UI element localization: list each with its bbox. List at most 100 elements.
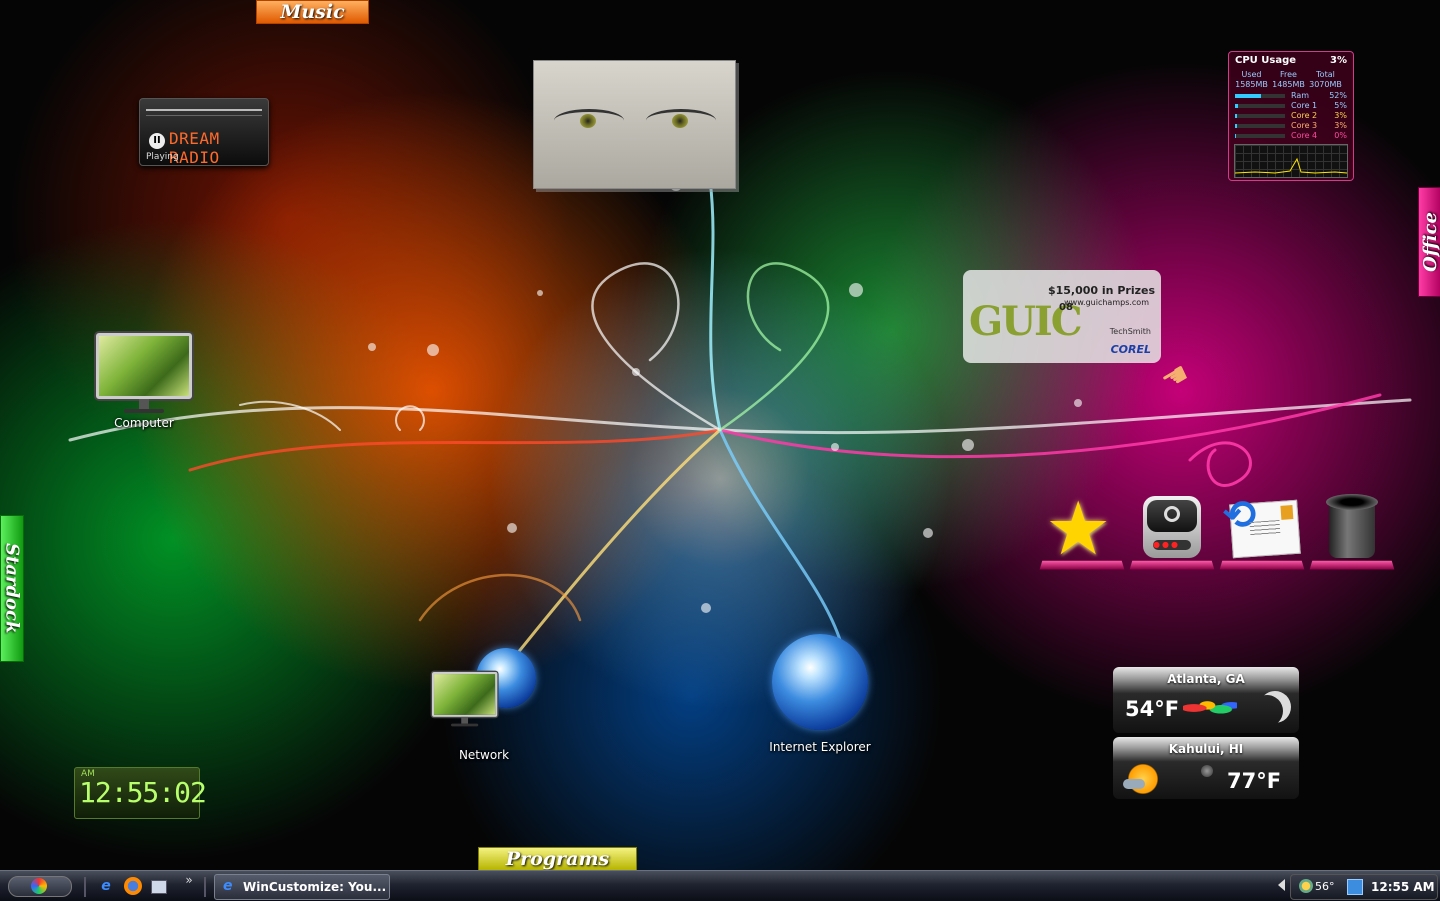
core4-label: Core 4 <box>1291 131 1317 140</box>
firefox-quicklaunch-icon[interactable] <box>124 877 142 895</box>
core1-label: Core 1 <box>1291 101 1317 110</box>
sponsor-techsmith: TechSmith <box>1110 327 1151 336</box>
clock-time: 12:55:02 <box>79 776 206 809</box>
music-dock-tab[interactable]: Music <box>256 0 369 24</box>
core1-value: 5% <box>1334 101 1347 110</box>
memory-header-used: Used <box>1233 70 1270 79</box>
weather-widget-atlanta[interactable]: Atlanta, GA 54°F <box>1113 667 1299 733</box>
taskbar-window-button[interactable]: e WinCustomize: You... <box>214 874 390 900</box>
office-dock-tab[interactable]: Office <box>1418 187 1440 297</box>
sponsor-corel: COREL <box>1111 343 1151 356</box>
core2-label: Core 2 <box>1291 111 1317 120</box>
guic-contest-widget[interactable]: GUIC 08 $15,000 in Prizes www.guichamps.… <box>963 270 1161 363</box>
drive-dock-item[interactable]: ●●● <box>1131 490 1213 570</box>
cloud-icon <box>1123 779 1145 789</box>
ie-quicklaunch-icon[interactable]: e <box>97 877 115 895</box>
right-eye-image <box>646 109 716 132</box>
core4-meter <box>1235 134 1285 138</box>
computer-monitor-icon <box>96 333 192 413</box>
weather-indicator-dot <box>1201 765 1213 777</box>
cpu-total-percent: 3% <box>1330 55 1347 66</box>
world-map-icon <box>1183 695 1237 721</box>
network-label: Network <box>424 748 544 762</box>
cpu-history-graph <box>1234 144 1348 178</box>
programs-dock-tab[interactable]: Programs <box>478 847 637 871</box>
core2-meter <box>1235 114 1285 118</box>
ie-globe-icon <box>772 634 868 730</box>
ram-value: 52% <box>1329 91 1347 100</box>
prize-text: $15,000 in Prizes <box>1048 284 1155 297</box>
weather-tray-icon[interactable] <box>1299 879 1313 893</box>
cpu-row-core4: Core 4 0% <box>1235 131 1347 140</box>
taskbar-window-label: WinCustomize: You... <box>243 880 386 894</box>
eyes-photo-widget[interactable] <box>533 60 736 189</box>
start-button[interactable] <box>8 876 72 897</box>
system-tray: 56° 12:55 AM <box>1290 874 1438 900</box>
mail-dock-item[interactable]: ⟲ <box>1221 490 1303 570</box>
memory-total-value: 3070MB <box>1307 80 1344 89</box>
show-desktop-icon[interactable] <box>151 880 167 894</box>
dock-platform <box>1040 561 1125 570</box>
ram-meter <box>1235 94 1285 98</box>
core4-value: 0% <box>1334 131 1347 140</box>
cpu-row-ram: Ram 52% <box>1235 91 1347 100</box>
quicklaunch-overflow-chevron[interactable]: » <box>180 871 198 889</box>
memory-header-free: Free <box>1270 70 1307 79</box>
ram-label: Ram <box>1291 91 1309 100</box>
tray-clock[interactable]: 12:55 AM <box>1371 880 1435 894</box>
network-graphic <box>424 648 544 732</box>
internet-explorer-icon[interactable]: Internet Explorer <box>760 634 880 754</box>
mail-envelope-icon: ⟲ <box>1229 500 1301 559</box>
moon-icon <box>1259 691 1291 723</box>
tray-expand-arrow-icon[interactable] <box>1278 879 1285 891</box>
memory-used-value: 1585MB <box>1233 80 1270 89</box>
cpu-row-core2: Core 2 3% <box>1235 111 1347 120</box>
radio-title: DREAM RADIO <box>169 129 268 167</box>
cpu-row-core3: Core 3 3% <box>1235 121 1347 130</box>
network-tray-icon[interactable] <box>1347 879 1363 895</box>
programs-dock-label: Programs <box>506 848 609 870</box>
pause-icon[interactable]: II <box>149 133 165 149</box>
computer-label: Computer <box>94 416 194 430</box>
radio-bar <box>146 109 262 111</box>
ie-window-icon: e <box>223 878 233 894</box>
weather-widget-kahului[interactable]: Kahului, HI 77°F <box>1113 737 1299 799</box>
recycle-bin-dock-item[interactable] <box>1311 490 1393 570</box>
dock-platform <box>1220 561 1305 570</box>
memory-header-total: Total <box>1307 70 1344 79</box>
network-icon[interactable]: Network <box>424 648 544 762</box>
radio-bar-secondary <box>146 115 262 116</box>
music-dock-label: Music <box>280 1 344 23</box>
dock-platform <box>1130 561 1215 570</box>
taskbar-separator <box>204 877 206 897</box>
favorites-star-dock-item[interactable]: ★ <box>1041 490 1123 570</box>
digital-clock-widget[interactable]: AM 12:55:02 <box>74 767 200 819</box>
internet-explorer-label: Internet Explorer <box>760 740 880 754</box>
tray-temperature: 56° <box>1315 880 1335 893</box>
network-monitor-icon <box>432 672 497 726</box>
weather-temperature: 54°F <box>1125 697 1179 721</box>
cpu-usage-widget[interactable]: CPU Usage 3% UsedFreeTotal 1585MB1485MB3… <box>1228 51 1354 181</box>
office-dock-label: Office <box>1420 212 1440 272</box>
weather-city: Atlanta, GA <box>1113 672 1299 686</box>
left-eye-image <box>554 109 624 132</box>
weather-city: Kahului, HI <box>1113 742 1299 756</box>
dream-radio-widget[interactable]: II DREAM RADIO Playing <box>139 98 269 166</box>
memory-column-headers: UsedFreeTotal <box>1233 70 1349 79</box>
contest-url[interactable]: www.guichamps.com <box>1064 298 1149 307</box>
core3-value: 3% <box>1334 121 1347 130</box>
memory-free-value: 1485MB <box>1270 80 1307 89</box>
cpu-header: CPU Usage 3% <box>1235 55 1347 66</box>
stardock-dock-label: Stardock <box>2 543 23 633</box>
core1-meter <box>1235 104 1285 108</box>
star-icon: ★ <box>1045 492 1111 566</box>
cpu-title: CPU Usage <box>1235 55 1296 66</box>
hard-drive-icon: ●●● <box>1143 496 1201 558</box>
core3-meter <box>1235 124 1285 128</box>
computer-icon[interactable]: Computer <box>94 333 194 430</box>
start-orb-icon <box>31 878 47 894</box>
cpu-row-core1: Core 1 5% <box>1235 101 1347 110</box>
trash-bin-icon <box>1326 494 1378 560</box>
stardock-dock-tab[interactable]: Stardock <box>0 515 24 662</box>
memory-column-values: 1585MB1485MB3070MB <box>1233 80 1349 89</box>
